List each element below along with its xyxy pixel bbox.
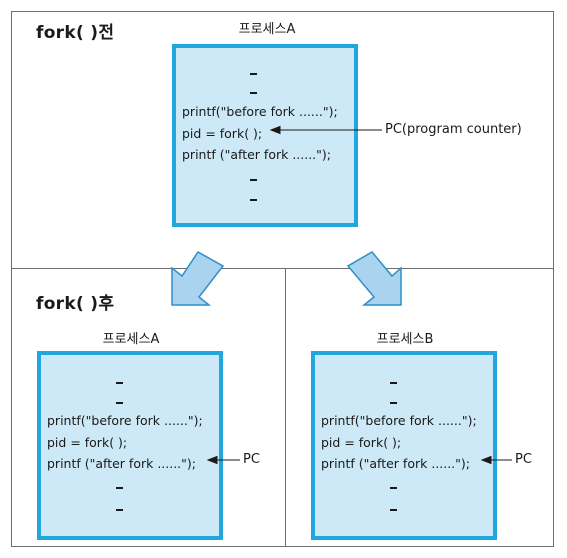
pc-pointer-arrowhead <box>269 125 281 135</box>
fork-flow-arrow-to-b <box>346 251 402 306</box>
pc-pointer-arrowhead <box>480 455 492 465</box>
pc-pointer-arrowhead <box>206 455 218 465</box>
fork-flow-arrow-to-a <box>171 251 225 306</box>
arrows-layer <box>171 125 512 465</box>
